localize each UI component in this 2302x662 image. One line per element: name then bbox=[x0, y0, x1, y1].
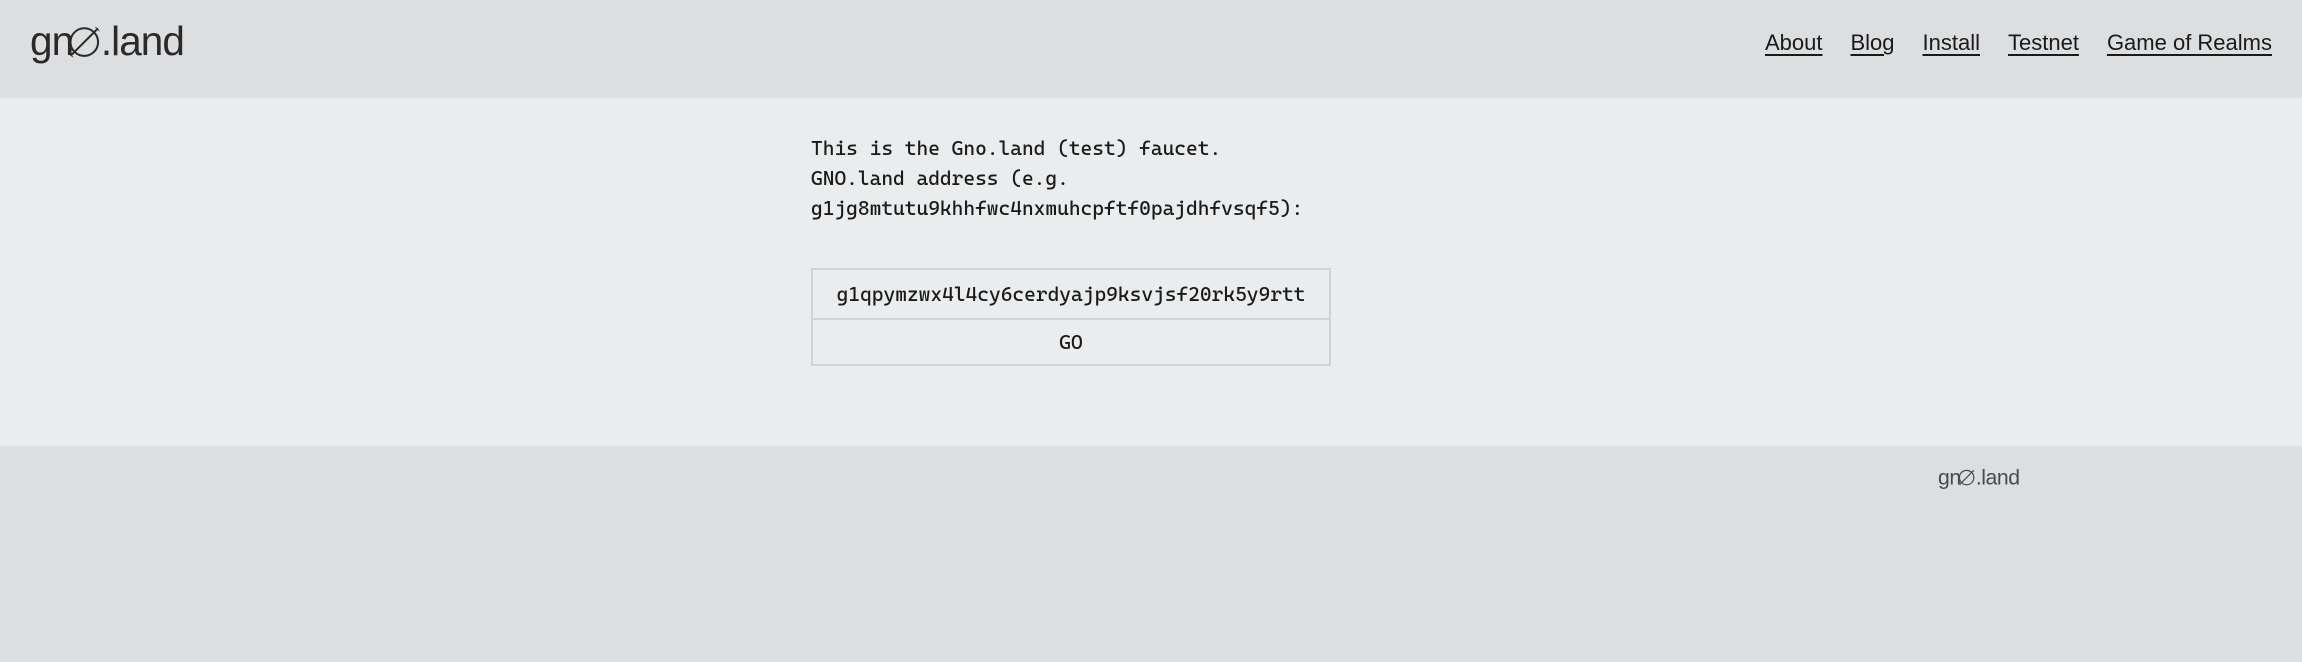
faucet-address-label: GNO.land address (e.g. g1jg8mtutu9khhfwc… bbox=[811, 163, 1501, 223]
nav-link-blog[interactable]: Blog bbox=[1850, 30, 1894, 56]
faucet-form: GO bbox=[811, 268, 1331, 366]
site-logo[interactable]: gn .land bbox=[30, 20, 269, 66]
svg-text:.land: .land bbox=[1976, 466, 2020, 489]
faucet-title-line: This is the Gno.land (test) faucet. bbox=[811, 133, 1501, 163]
nav-link-testnet[interactable]: Testnet bbox=[2008, 30, 2079, 56]
footer-logo[interactable]: gn .land bbox=[1938, 466, 2067, 490]
gnoland-logo-icon: gn .land bbox=[30, 20, 269, 66]
faucet-description: This is the Gno.land (test) faucet. GNO.… bbox=[811, 133, 1501, 223]
svg-text:gn: gn bbox=[1938, 466, 1961, 489]
nav-link-about[interactable]: About bbox=[1765, 30, 1823, 56]
svg-text:gn: gn bbox=[30, 20, 73, 64]
site-header: gn .land About Blog Install Testnet Game… bbox=[0, 0, 2302, 94]
svg-text:.land: .land bbox=[101, 20, 184, 64]
nav-link-install[interactable]: Install bbox=[1923, 30, 1980, 56]
main-content: This is the Gno.land (test) faucet. GNO.… bbox=[0, 98, 2302, 446]
address-input[interactable] bbox=[811, 268, 1331, 320]
main-nav: About Blog Install Testnet Game of Realm… bbox=[1765, 30, 2272, 56]
site-footer: gn .land bbox=[0, 450, 2302, 511]
go-button[interactable]: GO bbox=[811, 320, 1331, 366]
faucet-panel: This is the Gno.land (test) faucet. GNO.… bbox=[801, 133, 1501, 366]
nav-link-game-of-realms[interactable]: Game of Realms bbox=[2107, 30, 2272, 56]
gnoland-logo-small-icon: gn .land bbox=[1938, 466, 2067, 490]
